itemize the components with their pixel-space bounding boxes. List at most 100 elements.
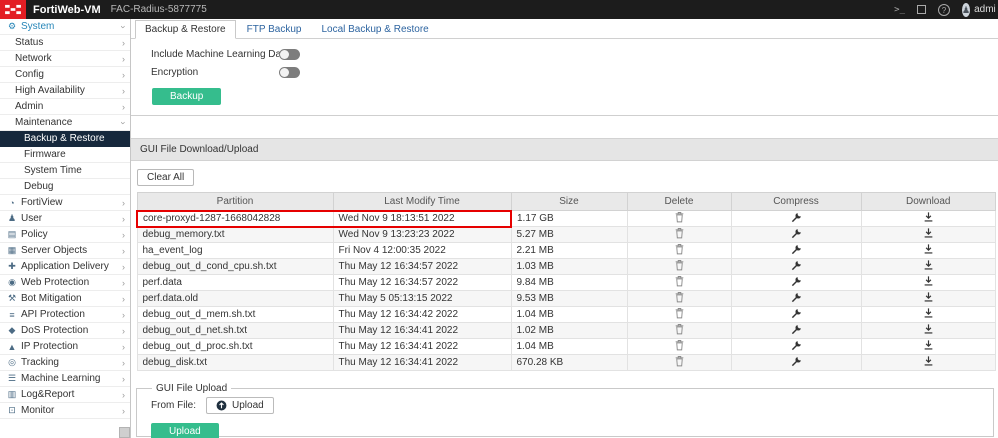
compress-icon[interactable] — [791, 244, 802, 255]
sidebar-item-ip-protection[interactable]: ▲ IP Protection › — [0, 339, 130, 355]
compress-icon[interactable] — [791, 356, 802, 367]
tab-ftp-backup[interactable]: FTP Backup — [238, 21, 311, 38]
sidebar-item-debug[interactable]: Debug — [0, 179, 130, 195]
column-header-size: Size — [511, 193, 627, 211]
tab-backup-restore[interactable]: Backup & Restore — [135, 20, 236, 39]
sidebar-item-application-delivery[interactable]: ✚ Application Delivery › — [0, 259, 130, 275]
machine-learning-icon: ☰ — [6, 373, 18, 384]
sidebar: ⚙ System › Status › Network › Config › H… — [0, 19, 131, 438]
sidebar-item-machine-learning[interactable]: ☰ Machine Learning › — [0, 371, 130, 387]
sidebar-item-system[interactable]: ⚙ System › — [0, 19, 130, 35]
compress-icon[interactable] — [791, 292, 802, 303]
download-icon[interactable] — [923, 339, 934, 351]
sidebar-item-high-availability[interactable]: High Availability › — [0, 83, 130, 99]
table-row: debug_memory.txt Wed Nov 9 13:23:23 2022… — [137, 227, 996, 243]
dos-protection-icon: ◆ — [6, 325, 18, 336]
delete-icon[interactable] — [674, 355, 685, 367]
download-icon[interactable] — [923, 211, 934, 223]
delete-icon[interactable] — [674, 307, 685, 319]
main-content: Backup & RestoreFTP BackupLocal Backup &… — [131, 19, 998, 438]
sidebar-item-tracking[interactable]: ◎ Tracking › — [0, 355, 130, 371]
chevron-right-icon: › — [122, 198, 125, 208]
sidebar-item-backup-restore[interactable]: Backup & Restore — [0, 131, 130, 147]
download-icon[interactable] — [923, 307, 934, 319]
sidebar-item-api-protection[interactable]: ≡ API Protection › — [0, 307, 130, 323]
include-machine-learning-data-toggle[interactable] — [279, 49, 300, 60]
chevron-right-icon: › — [122, 86, 125, 96]
sidebar-items: ⚙ System › Status › Network › Config › H… — [0, 19, 130, 419]
column-header-compress: Compress — [731, 193, 861, 211]
sidebar-item-system-time[interactable]: System Time — [0, 163, 130, 179]
upload-button[interactable]: Upload — [151, 423, 219, 438]
sidebar-item-web-protection[interactable]: ◉ Web Protection › — [0, 275, 130, 291]
compress-icon[interactable] — [791, 308, 802, 319]
table-row: debug_disk.txt Thu May 12 16:34:41 2022 … — [137, 355, 996, 371]
backup-button[interactable]: Backup — [152, 88, 221, 105]
sidebar-item-status[interactable]: Status › — [0, 35, 130, 51]
compress-icon[interactable] — [791, 228, 802, 239]
sidebar-scrollbar-thumb[interactable] — [119, 427, 130, 438]
sidebar-item-firmware[interactable]: Firmware — [0, 147, 130, 163]
download-icon[interactable] — [923, 291, 934, 303]
download-icon[interactable] — [923, 243, 934, 255]
sidebar-item-admin[interactable]: Admin › — [0, 99, 130, 115]
chevron-right-icon: › — [122, 230, 125, 240]
download-icon[interactable] — [923, 259, 934, 271]
chevron-right-icon: › — [122, 342, 125, 352]
table-row: debug_out_d_proc.sh.txt Thu May 12 16:34… — [137, 339, 996, 355]
sidebar-item-monitor[interactable]: ⊡ Monitor › — [0, 403, 130, 419]
delete-icon[interactable] — [674, 339, 685, 351]
chevron-right-icon: › — [122, 326, 125, 336]
clear-all-button[interactable]: Clear All — [137, 169, 194, 186]
table-row: debug_out_d_cond_cpu.sh.txt Thu May 12 1… — [137, 259, 996, 275]
tabbar: Backup & RestoreFTP BackupLocal Backup &… — [131, 19, 998, 39]
delete-icon[interactable] — [674, 323, 685, 335]
user-menu[interactable]: ♟ admin — [962, 3, 996, 17]
download-icon[interactable] — [923, 227, 934, 239]
download-icon[interactable] — [923, 355, 934, 367]
compress-icon[interactable] — [791, 324, 802, 335]
table-row: perf.data.old Thu May 5 05:13:15 2022 9.… — [137, 291, 996, 307]
username: admin — [974, 4, 996, 15]
delete-icon[interactable] — [674, 243, 685, 255]
download-icon[interactable] — [923, 275, 934, 287]
column-header-partition: Partition — [137, 193, 333, 211]
table-row: debug_out_d_mem.sh.txt Thu May 12 16:34:… — [137, 307, 996, 323]
sidebar-item-user[interactable]: ♟ User › — [0, 211, 130, 227]
help-icon[interactable]: ? — [938, 4, 950, 16]
sidebar-item-fortiview[interactable]: ◔ FortiView › — [0, 195, 130, 211]
fullscreen-icon[interactable] — [917, 5, 926, 14]
chevron-right-icon: › — [122, 70, 125, 80]
sidebar-item-policy[interactable]: ▤ Policy › — [0, 227, 130, 243]
compress-icon[interactable] — [791, 260, 802, 271]
delete-icon[interactable] — [674, 275, 685, 287]
log-report-icon: ▥ — [6, 389, 18, 400]
sidebar-item-dos-protection[interactable]: ◆ DoS Protection › — [0, 323, 130, 339]
tab-local-backup-restore[interactable]: Local Backup & Restore — [312, 21, 437, 38]
compress-icon[interactable] — [791, 276, 802, 287]
sidebar-item-maintenance[interactable]: Maintenance › — [0, 115, 130, 131]
download-icon[interactable] — [923, 323, 934, 335]
chevron-right-icon: › — [122, 246, 125, 256]
sidebar-item-bot-mitigation[interactable]: ⚒ Bot Mitigation › — [0, 291, 130, 307]
chevron-right-icon: › — [122, 102, 125, 112]
server-objects-icon: ▦ — [6, 245, 18, 256]
file-table: PartitionLast Modify TimeSizeDeleteCompr… — [136, 192, 996, 371]
compress-icon[interactable] — [791, 340, 802, 351]
chevron-right-icon: › — [122, 38, 125, 48]
sidebar-item-server-objects[interactable]: ▦ Server Objects › — [0, 243, 130, 259]
toggle-rows: Include Machine Learning Data Encryption — [151, 46, 998, 80]
sidebar-item-config[interactable]: Config › — [0, 67, 130, 83]
sidebar-item-log-report[interactable]: ▥ Log&Report › — [0, 387, 130, 403]
delete-icon[interactable] — [674, 259, 685, 271]
chevron-right-icon: › — [122, 214, 125, 224]
delete-icon[interactable] — [674, 291, 685, 303]
encryption-toggle[interactable] — [279, 67, 300, 78]
terminal-icon[interactable]: >_ — [894, 5, 905, 15]
compress-icon[interactable] — [791, 212, 802, 223]
delete-icon[interactable] — [674, 211, 685, 223]
sidebar-item-network[interactable]: Network › — [0, 51, 130, 67]
file-picker-button[interactable]: Upload — [206, 397, 274, 414]
app-title: FortiWeb-VM — [33, 4, 101, 16]
delete-icon[interactable] — [674, 227, 685, 239]
